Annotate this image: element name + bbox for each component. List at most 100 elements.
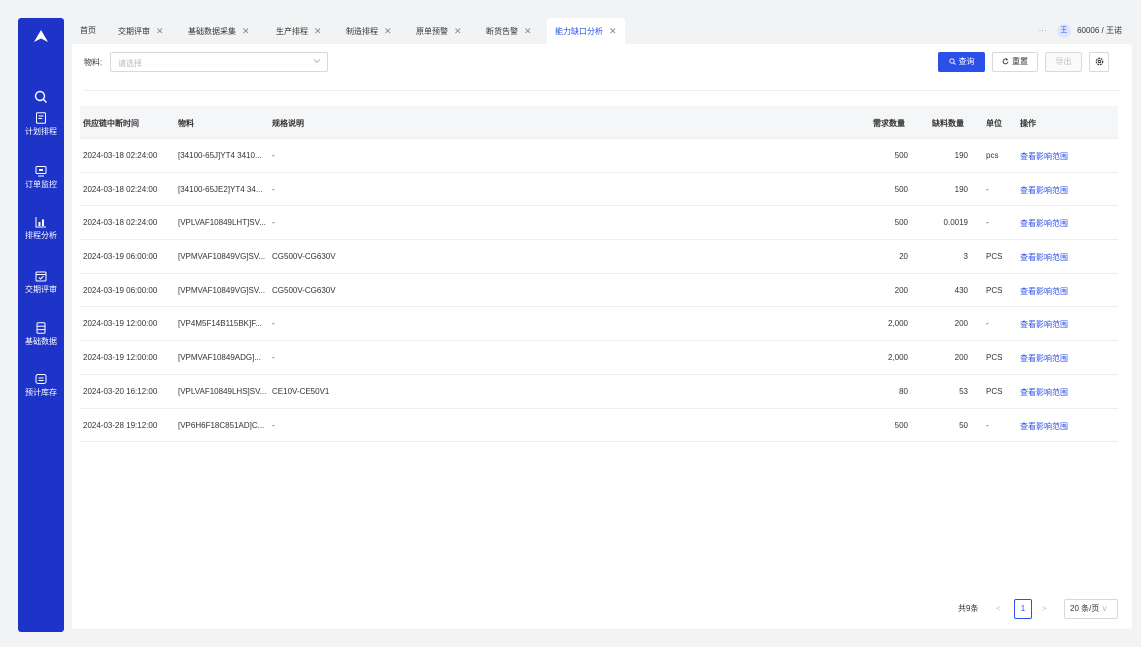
page-number-current[interactable]: 1 [1014, 599, 1032, 619]
prev-page-button[interactable]: < [996, 599, 1001, 619]
close-icon[interactable]: ✕ [609, 18, 617, 44]
export-label: 导出 [1055, 57, 1072, 66]
pagination: 共9条 < 1 > 20 条/页 ∨ [952, 599, 1122, 619]
tab-base-data-collection[interactable]: 基础数据采集 ✕ [188, 18, 250, 44]
main-panel: 物料: 请选择 查询 重置 导出 供应链中断时间 物料 规格说明 需求数量 缺料… [72, 44, 1132, 629]
view-impact-link[interactable]: 查看影响范围 [1020, 353, 1068, 364]
close-icon[interactable]: ✕ [156, 18, 164, 44]
view-impact-link[interactable]: 查看影响范围 [1020, 421, 1068, 432]
database-icon [36, 322, 46, 334]
user-name[interactable]: 60006 / 王诺 [1077, 26, 1122, 35]
view-impact-link[interactable]: 查看影响范围 [1020, 286, 1068, 297]
tab-manufacturing-scheduling[interactable]: 制造排程 ✕ [346, 18, 392, 44]
cell-demand-qty: 500 [894, 151, 908, 160]
page-size-label: 20 条/页 [1070, 604, 1100, 613]
settings-button[interactable] [1089, 52, 1109, 72]
sidebar-item-plan-scheduling[interactable]: 计划排程 [18, 112, 64, 142]
sidebar-item-schedule-analysis[interactable]: 排程分析 [18, 216, 64, 246]
sidebar-item-label: 交期评审 [25, 285, 57, 294]
cell-shortage-qty: 200 [954, 319, 968, 329]
cell-demand-qty: 20 [899, 252, 908, 262]
sidebar-item-label: 排程分析 [25, 231, 57, 240]
material-select[interactable]: 请选择 [110, 52, 328, 72]
cell-material: [VP4M5F14B115BK]F... [178, 319, 262, 329]
view-impact-link[interactable]: 查看影响范围 [1020, 185, 1068, 196]
sidebar: 计划排程 订单监控 排程分析 交期评审 基础数据 预计库存 [18, 18, 64, 632]
search-icon[interactable] [18, 90, 64, 110]
pagination-total: 共9条 [958, 604, 979, 613]
cell-interrupt-time: 2024-03-19 06:00:00 [83, 252, 158, 262]
table-body: 2024-03-18 02:24:00 [34100-65J]YT4 3410..… [80, 139, 1118, 443]
sidebar-item-base-data[interactable]: 基础数据 [18, 322, 64, 352]
settings-icon [1095, 58, 1103, 66]
cell-shortage-qty: 190 [954, 184, 968, 194]
cell-spec: - [272, 184, 275, 194]
avatar[interactable]: 王 [1056, 24, 1071, 38]
cell-shortage-qty: 430 [954, 285, 968, 295]
cell-material: [VPMVAF10849VG]SV... [178, 285, 266, 295]
reset-button[interactable]: 重置 [992, 52, 1038, 72]
query-button[interactable]: 查询 [938, 52, 985, 72]
close-icon[interactable]: ✕ [384, 18, 392, 44]
cell-demand-qty: 500 [894, 184, 908, 194]
cell-demand-qty: 2,000 [887, 319, 908, 329]
cell-shortage-qty: 200 [954, 353, 968, 363]
view-impact-link[interactable]: 查看影响范围 [1020, 387, 1068, 398]
export-button[interactable]: 导出 [1045, 52, 1082, 72]
next-page-button[interactable]: > [1042, 599, 1047, 619]
cell-demand-qty: 80 [899, 386, 908, 396]
cell-unit: - [986, 218, 989, 228]
tab-production-scheduling[interactable]: 生产排程 ✕ [276, 18, 322, 44]
document-icon [36, 112, 46, 124]
cell-material: [VPMVAF10849VG]SV... [178, 252, 266, 262]
tab-stockout-alert[interactable]: 断货告警 ✕ [486, 18, 532, 44]
table-row: 2024-03-28 19:12:00 [VP6H6F18C851AD]C... -… [80, 409, 1118, 443]
view-impact-link[interactable]: 查看影响范围 [1020, 218, 1068, 229]
cell-interrupt-time: 2024-03-28 19:12:00 [83, 420, 158, 430]
material-filter-label: 物料: [84, 58, 103, 67]
col-header-demand-qty: 需求数量 [873, 119, 905, 128]
cell-spec: CE10V-CE50V1 [272, 386, 330, 396]
cell-shortage-qty: 190 [954, 151, 968, 160]
close-icon[interactable]: ✕ [242, 18, 250, 44]
tab-order-warning[interactable]: 原单预警 ✕ [416, 18, 462, 44]
view-impact-link[interactable]: 查看影响范围 [1020, 151, 1068, 162]
sidebar-item-delivery-review[interactable]: 交期评审 [18, 270, 64, 300]
search-icon [948, 58, 956, 66]
user-area[interactable]: ··· 王 60006 / 王诺 [1039, 24, 1122, 38]
col-header-shortage-qty: 缺料数量 [932, 119, 964, 128]
cell-spec: - [272, 353, 275, 363]
monitor-icon [35, 166, 47, 177]
close-icon[interactable]: ✕ [454, 18, 462, 44]
sidebar-item-order-monitor[interactable]: 订单监控 [18, 165, 64, 195]
view-impact-link[interactable]: 查看影响范围 [1020, 319, 1068, 330]
divider [84, 90, 1120, 91]
table-row: 2024-03-19 06:00:00 [VPMVAF10849VG]SV... C… [80, 274, 1118, 308]
cell-interrupt-time: 2024-03-19 12:00:00 [83, 319, 158, 329]
triangle-logo-icon[interactable] [18, 30, 64, 46]
cell-spec: - [272, 218, 275, 228]
cell-demand-qty: 2,000 [887, 353, 908, 363]
view-impact-link[interactable]: 查看影响范围 [1020, 252, 1068, 263]
tab-delivery-review[interactable]: 交期评审 ✕ [118, 18, 164, 44]
sidebar-item-label: 基础数据 [25, 337, 57, 346]
tab-label: 首页 [80, 26, 96, 35]
close-icon[interactable]: ✕ [524, 18, 532, 44]
more-icon[interactable]: ··· [1039, 26, 1047, 35]
table-row: 2024-03-19 12:00:00 [VPMVAF10849ADG]... - 2… [80, 341, 1118, 375]
col-header-unit: 单位 [986, 119, 1002, 128]
cell-shortage-qty: 50 [959, 420, 968, 430]
tab-label: 能力缺口分析 [555, 27, 603, 36]
cell-material: [34100-65J]YT4 3410... [178, 151, 262, 160]
tab-home[interactable]: 首页 [80, 18, 96, 44]
close-icon[interactable]: ✕ [314, 18, 322, 44]
table-row: 2024-03-18 02:24:00 [34100-65JE2]YT4 34..… [80, 173, 1118, 207]
sidebar-item-expected-inventory[interactable]: 预计库存 [18, 373, 64, 403]
col-header-material: 物料 [178, 119, 194, 128]
tab-label: 断货告警 [486, 27, 518, 36]
material-select-placeholder: 请选择 [118, 59, 142, 68]
page-size-select[interactable]: 20 条/页 ∨ [1064, 599, 1118, 619]
table-row: 2024-03-19 12:00:00 [VP4M5F14B115BK]F... -… [80, 307, 1118, 342]
tab-capacity-gap-analysis[interactable]: 能力缺口分析 ✕ [547, 18, 625, 44]
cell-unit: - [986, 420, 989, 430]
